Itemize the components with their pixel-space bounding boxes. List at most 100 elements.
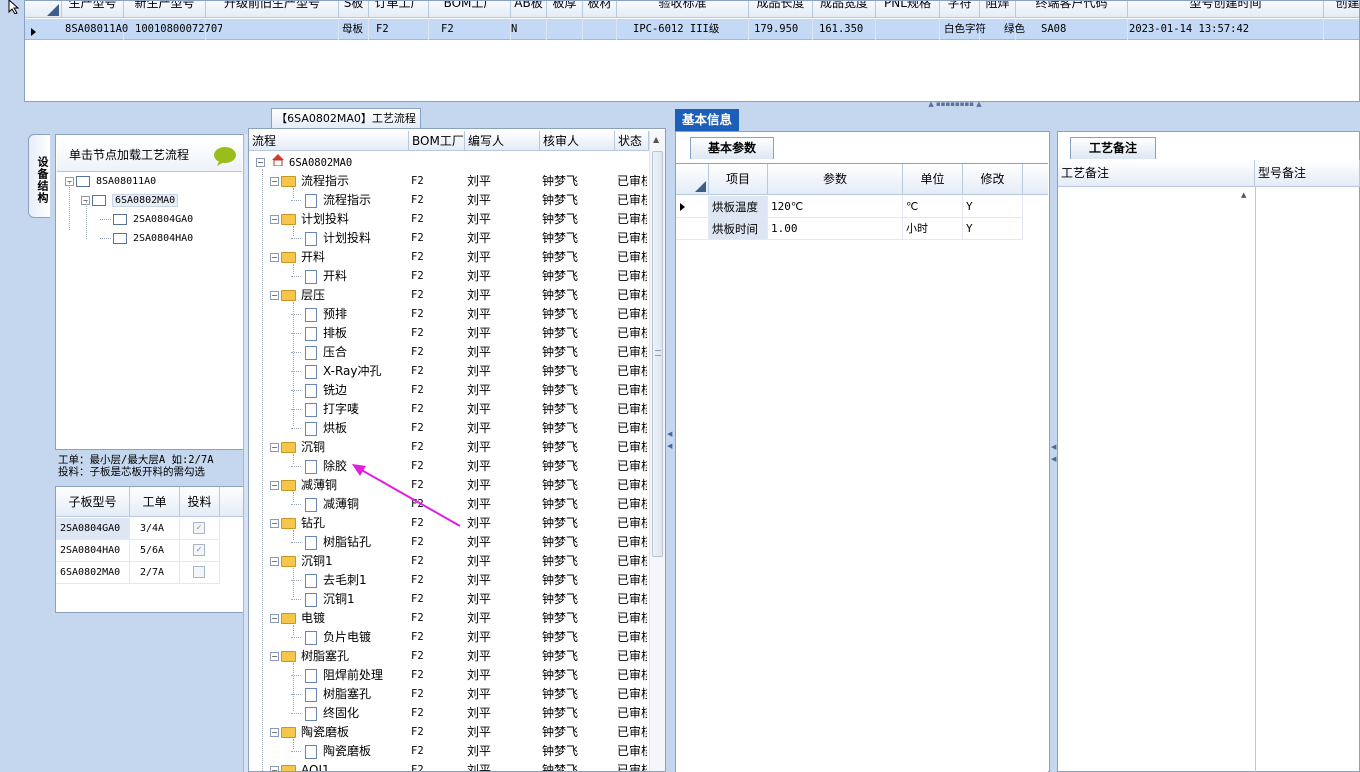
col-header-3[interactable]: S板	[339, 1, 369, 18]
col-header-5[interactable]: BOM工厂	[429, 1, 511, 18]
row-indicator[interactable]	[676, 196, 709, 218]
param-col-header-0[interactable]: 项目	[709, 164, 768, 195]
splitter-grip[interactable]: ▲ ▪▪▪▪▪▪▪▪ ▲	[920, 101, 990, 108]
expand-toggle-icon[interactable]: −	[270, 614, 279, 623]
expand-toggle-icon[interactable]: −	[270, 443, 279, 452]
flow-col-header-0[interactable]: 流程	[249, 131, 409, 151]
col-header-17[interactable]: 创建人	[1324, 1, 1359, 18]
flow-step-node[interactable]: 压合 F2 刘平 钟梦飞 已审核	[249, 343, 649, 362]
param-item[interactable]: 烘板温度	[709, 196, 768, 218]
expand-toggle-icon[interactable]: −	[256, 158, 265, 167]
expand-toggle-icon[interactable]: −	[270, 652, 279, 661]
feed-checkbox-cell[interactable]: ✓	[180, 518, 220, 540]
flow-folder-node[interactable]: − 树脂塞孔 F2 刘平 钟梦飞 已审核	[249, 647, 649, 666]
flow-step-node[interactable]: 树脂钻孔 F2 刘平 钟梦飞 已审核	[249, 533, 649, 552]
flow-folder-node[interactable]: − 开料 F2 刘平 钟梦飞 已审核	[249, 248, 649, 267]
col-header-11[interactable]: 成品宽度	[813, 1, 876, 18]
expand-toggle-icon[interactable]: −	[270, 481, 279, 490]
expand-toggle-icon[interactable]: −	[270, 728, 279, 737]
sub-board-order[interactable]: 5/6A	[130, 540, 180, 562]
flow-step-node[interactable]: 开料 F2 刘平 钟梦飞 已审核	[249, 267, 649, 286]
tab-device-structure[interactable]: 设备结构	[28, 134, 50, 218]
param-unit[interactable]: ℃	[903, 196, 963, 218]
flow-folder-node[interactable]: − 计划投料 F2 刘平 钟梦飞 已审核	[249, 210, 649, 229]
flow-col-header-1[interactable]: BOM工厂	[409, 131, 465, 151]
sub-board-model[interactable]: 6SA0802MA0	[56, 562, 130, 584]
tab-process-flow[interactable]: 【6SA0802MA0】工艺流程	[271, 108, 421, 128]
remark-scroll-up-icon[interactable]: ▲	[1241, 191, 1246, 199]
flow-folder-node[interactable]: − AOI1 F2 刘平 钟梦飞 已审核	[249, 761, 649, 771]
tab-basic-params[interactable]: 基本参数	[690, 137, 774, 159]
flow-col-header-2[interactable]: 编写人	[465, 131, 540, 151]
scroll-up-icon[interactable]: ▲	[653, 135, 659, 144]
flow-step-node[interactable]: 去毛刺1 F2 刘平 钟梦飞 已审核	[249, 571, 649, 590]
flow-step-node[interactable]: 沉铜1 F2 刘平 钟梦飞 已审核	[249, 590, 649, 609]
param-editable[interactable]: Y	[963, 196, 1023, 218]
device-tree-node[interactable]: 2SA0804HA0	[100, 230, 193, 248]
flow-step-node[interactable]: 计划投料 F2 刘平 钟梦飞 已审核	[249, 229, 649, 248]
feed-checkbox[interactable]: ✓	[193, 522, 205, 534]
flow-step-node[interactable]: 打字唛 F2 刘平 钟梦飞 已审核	[249, 400, 649, 419]
sub-board-order[interactable]: 3/4A	[130, 518, 180, 540]
flow-step-node[interactable]: 树脂塞孔 F2 刘平 钟梦飞 已审核	[249, 685, 649, 704]
flow-folder-node[interactable]: − 流程指示 F2 刘平 钟梦飞 已审核	[249, 172, 649, 191]
expand-toggle-icon[interactable]: −	[270, 557, 279, 566]
flow-step-node[interactable]: 铣边 F2 刘平 钟梦飞 已审核	[249, 381, 649, 400]
col-header-2[interactable]: 升级前旧生产型号	[206, 1, 339, 18]
param-value[interactable]: 120℃	[768, 196, 903, 218]
col-header-4[interactable]: 订单工厂	[369, 1, 429, 18]
col-header-0[interactable]: 生产型号	[62, 1, 124, 18]
col-header-13[interactable]: 字符	[940, 1, 980, 18]
horizontal-splitter[interactable]	[24, 102, 1360, 108]
device-tree-node[interactable]: −8SA08011A0	[65, 173, 156, 191]
flow-step-node[interactable]: 阻焊前处理 F2 刘平 钟梦飞 已审核	[249, 666, 649, 685]
expand-toggle-icon[interactable]: −	[270, 253, 279, 262]
col-header-10[interactable]: 成品长度	[749, 1, 813, 18]
col-header-14[interactable]: 阻焊	[980, 1, 1016, 18]
sub-grid-header-2[interactable]: 投料	[180, 487, 220, 517]
col-header-12[interactable]: PNL规格	[876, 1, 940, 18]
col-header-6[interactable]: AB板	[511, 1, 547, 18]
flow-step-node[interactable]: 流程指示 F2 刘平 钟梦飞 已审核	[249, 191, 649, 210]
sub-grid-header-0[interactable]: 子板型号	[56, 487, 130, 517]
sub-grid-header-1[interactable]: 工单	[130, 487, 180, 517]
flow-folder-node[interactable]: − 电镀 F2 刘平 钟梦飞 已审核	[249, 609, 649, 628]
flow-step-node[interactable]: X-Ray冲孔 F2 刘平 钟梦飞 已审核	[249, 362, 649, 381]
feed-checkbox-cell[interactable]	[180, 562, 220, 584]
flow-col-header-3[interactable]: 核审人	[540, 131, 615, 151]
expand-toggle-icon[interactable]: −	[270, 177, 279, 186]
flow-folder-node[interactable]: − 沉铜 F2 刘平 钟梦飞 已审核	[249, 438, 649, 457]
col-header-16[interactable]: 型号创建时间	[1128, 1, 1324, 18]
feed-checkbox[interactable]: ✓	[193, 544, 205, 556]
param-item[interactable]: 烘板时间	[709, 218, 768, 240]
flow-step-node[interactable]: 陶瓷磨板 F2 刘平 钟梦飞 已审核	[249, 742, 649, 761]
col-header-15[interactable]: 终端客户代码	[1016, 1, 1128, 18]
param-col-header-2[interactable]: 单位	[903, 164, 963, 195]
expand-toggle-icon[interactable]: −	[270, 291, 279, 300]
col-header-1[interactable]: 新生产型号	[124, 1, 206, 18]
flow-folder-node[interactable]: − 沉铜1 F2 刘平 钟梦飞 已审核	[249, 552, 649, 571]
param-col-header-1[interactable]: 参数	[768, 164, 903, 195]
flow-folder-node[interactable]: − 陶瓷磨板 F2 刘平 钟梦飞 已审核	[249, 723, 649, 742]
flow-step-node[interactable]: 负片电镀 F2 刘平 钟梦飞 已审核	[249, 628, 649, 647]
sub-board-model[interactable]: 2SA0804HA0	[56, 540, 130, 562]
feed-checkbox[interactable]	[193, 566, 205, 578]
tab-basic-info[interactable]: 基本信息	[675, 109, 739, 131]
expand-toggle-icon[interactable]: −	[270, 215, 279, 224]
flow-step-node[interactable]: 烘板 F2 刘平 钟梦飞 已审核	[249, 419, 649, 438]
vertical-splitter[interactable]: ◀ ◀	[666, 108, 674, 772]
flow-scrollbar[interactable]: ▲	[649, 131, 665, 771]
sub-board-model[interactable]: 2SA0804GA0	[56, 518, 130, 540]
param-unit[interactable]: 小时	[903, 218, 963, 240]
col-header-9[interactable]: 验收标准	[617, 1, 749, 18]
flow-step-node[interactable]: 预排 F2 刘平 钟梦飞 已审核	[249, 305, 649, 324]
expand-toggle-icon[interactable]: −	[270, 519, 279, 528]
col-header-7[interactable]: 板厚	[547, 1, 583, 18]
device-tree-node[interactable]: 2SA0804GA0	[100, 211, 193, 229]
sub-board-order[interactable]: 2/7A	[130, 562, 180, 584]
flow-step-node[interactable]: 排板 F2 刘平 钟梦飞 已审核	[249, 324, 649, 343]
expand-toggle-icon[interactable]: −	[270, 766, 279, 771]
scroll-thumb[interactable]	[652, 151, 663, 557]
flow-folder-node[interactable]: − 层压 F2 刘平 钟梦飞 已审核	[249, 286, 649, 305]
col-header-8[interactable]: 板材	[583, 1, 617, 18]
